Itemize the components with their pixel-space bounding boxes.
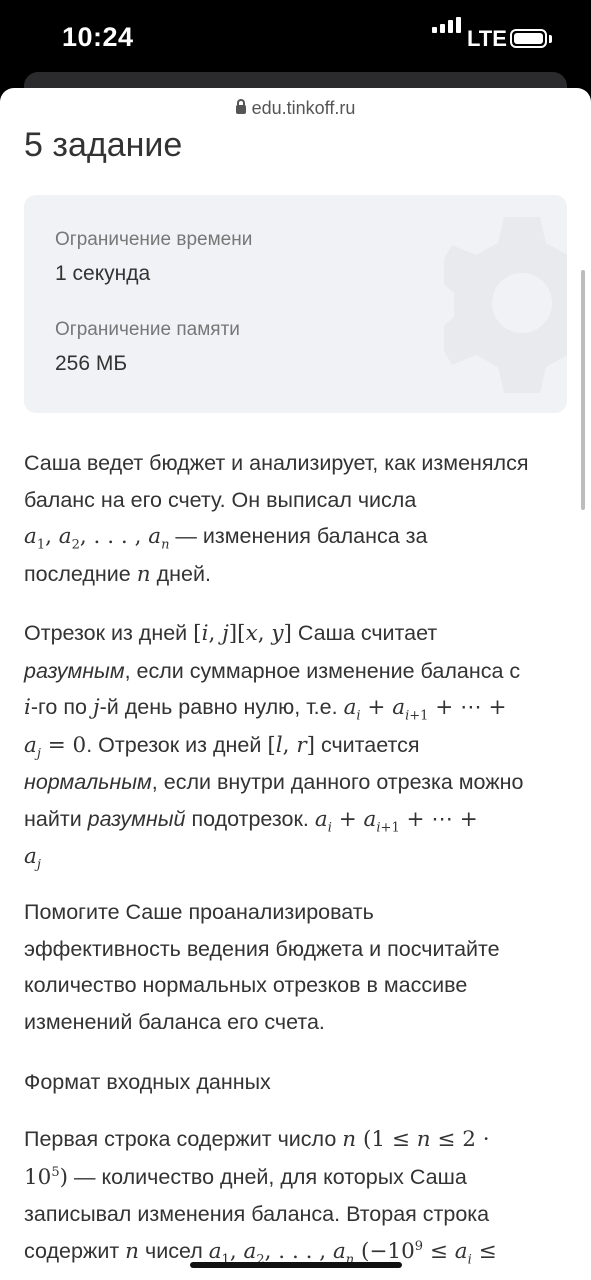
- statement-paragraph-4: Первая строка содержит число n (1 ≤ n ≤ …: [24, 1127, 497, 1267]
- page-title: 5 задание: [24, 126, 183, 164]
- memory-limit-label: Ограничение памяти: [55, 319, 240, 340]
- clock: 10:24: [62, 22, 134, 52]
- limits-card: Ограничение времени 1 секунда Ограничени…: [24, 195, 567, 413]
- browser-sheet: edu.tinkoff.ru 5 задание Ограничение вре…: [0, 88, 591, 1280]
- time-limit-label: Ограничение времени: [55, 229, 253, 250]
- status-bar: 10:24 LTE: [0, 0, 591, 80]
- network-type: LTE: [467, 26, 507, 51]
- home-indicator[interactable]: [190, 1262, 402, 1268]
- time-limit-value: 1 секунда: [55, 262, 151, 285]
- statement-paragraph-2: Отрезок из дней [i, j][x, y] Саша считае…: [24, 621, 524, 873]
- input-format-heading: Формат входных данных: [24, 1070, 271, 1094]
- memory-limit-value: 256 МБ: [55, 352, 128, 375]
- statement-paragraph-1: Саша ведет бюджет и анализирует, как изм…: [24, 451, 529, 587]
- gear-icon: [444, 217, 567, 393]
- math-sequence: a1, a2, . . . , an: [24, 524, 170, 553]
- battery-icon: [510, 29, 547, 48]
- page-content: 5 задание Ограничение времени 1 секунда …: [0, 115, 591, 1280]
- statement-paragraph-3: Помогите Саше проанализировать эффективн…: [24, 900, 500, 1034]
- scrollbar[interactable]: [581, 270, 585, 510]
- lock-icon: [235, 99, 246, 114]
